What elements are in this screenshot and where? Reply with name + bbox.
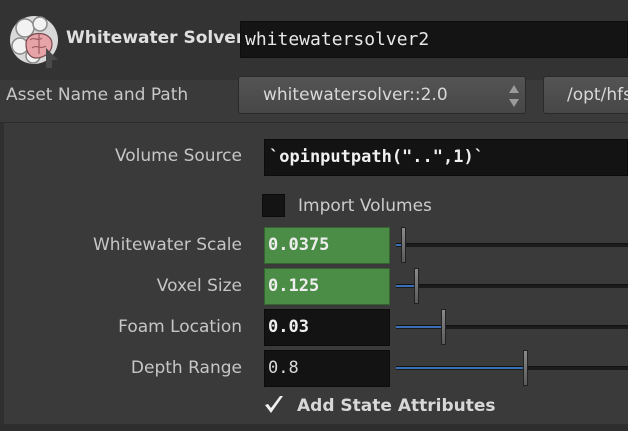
foam-location-label: Foam Location [118,317,242,337]
foam-location-slider[interactable] [396,309,628,345]
add-state-attributes-label: Add State Attributes [297,396,496,416]
import-volumes-label: Import Volumes [298,196,432,216]
depth-range-label: Depth Range [130,358,242,378]
asset-name-dropdown[interactable]: whitewatersolver::2.0 [238,76,526,114]
import-volumes-checkbox[interactable] [262,194,285,217]
slider-handle[interactable] [523,350,528,386]
slider-handle[interactable] [441,309,446,345]
slider-fill [396,367,523,369]
whitewater-scale-slider[interactable] [396,227,628,263]
slider-handle[interactable] [401,227,406,263]
volume-source-label: Volume Source [114,146,242,166]
whitewater-solver-icon [6,10,66,70]
node-type-label: Whitewater Solver [66,28,245,48]
slider-fill [396,326,441,328]
whitewater-scale-field[interactable]: 0.0375 [264,227,390,264]
volume-source-field[interactable]: `opinputpath("..",1)` [264,139,628,176]
foam-location-field[interactable]: 0.03 [264,309,390,346]
add-state-attributes-checkbox[interactable] [262,393,286,417]
asset-name-path-label: Asset Name and Path [6,85,189,105]
voxel-size-label: Voxel Size [156,276,242,296]
depth-range-slider[interactable] [396,350,628,386]
voxel-size-slider[interactable] [396,268,628,304]
header-divider [0,122,628,123]
slider-track [396,243,628,247]
slider-fill [396,285,414,287]
bottom-divider [0,424,628,431]
checkmark-icon [265,396,283,413]
asset-path-field[interactable]: /opt/hfs [543,76,628,114]
whitewater-scale-label: Whitewater Scale [92,235,242,255]
asset-path-value: /opt/hfs [567,85,628,105]
node-name-field[interactable]: whitewatersolver2 [240,21,628,58]
updown-arrows-icon [509,85,519,107]
voxel-size-field[interactable]: 0.125 [264,268,390,305]
slider-handle[interactable] [414,268,419,304]
slider-track [396,284,628,288]
asset-name-value: whitewatersolver::2.0 [263,85,448,105]
depth-range-field[interactable]: 0.8 [264,350,390,387]
